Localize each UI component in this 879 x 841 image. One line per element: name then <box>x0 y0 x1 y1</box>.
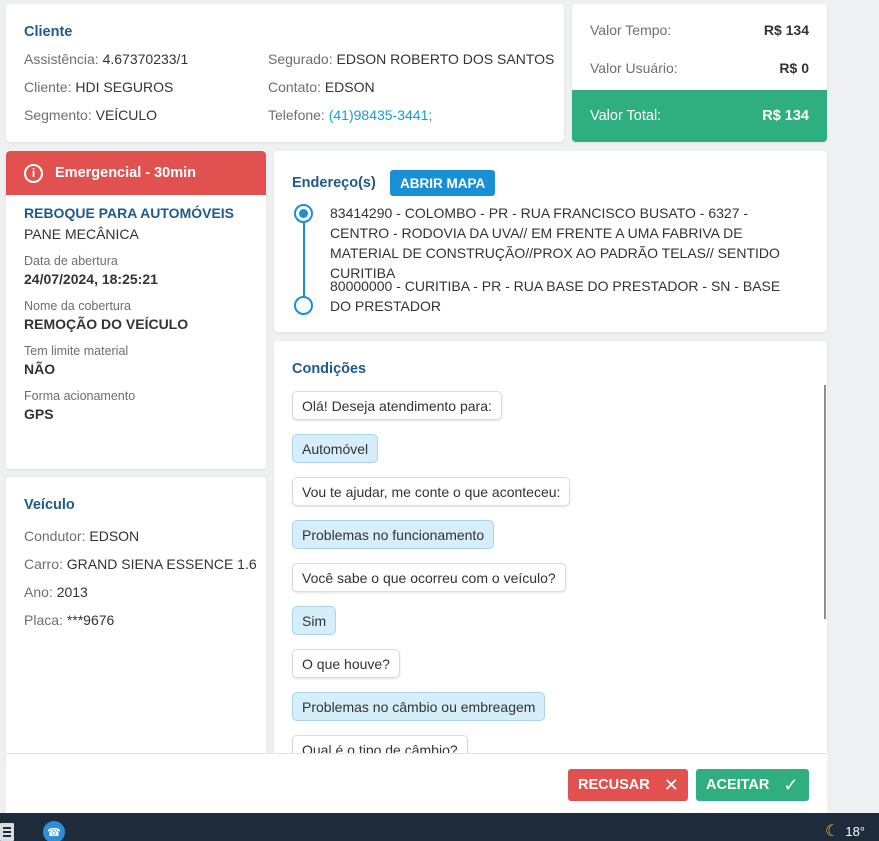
cliente-card: Cliente Assistência: 4.67370233/1 Client… <box>6 4 564 142</box>
condicoes-scrollbar[interactable] <box>824 385 826 619</box>
chat-question: Olá! Deseja atendimento para: <box>292 391 502 420</box>
weather-widget[interactable]: ☾ 18° <box>825 821 865 841</box>
segmento-row: Segmento: VEÍCULO <box>24 107 157 123</box>
assistencia-row: Assistência: 4.67370233/1 <box>24 51 188 67</box>
route-line <box>303 223 305 296</box>
segmento-label: Segmento: <box>24 107 92 123</box>
cobertura-label: Nome da cobertura <box>24 299 132 313</box>
placa-row: Placa: ***9676 <box>24 612 114 628</box>
chat-question: Você sabe o que ocorreu com o veículo? <box>292 563 566 592</box>
valor-usuario-label: Valor Usuário: <box>590 60 678 76</box>
ano-value: 2013 <box>56 584 88 600</box>
telefone-label: Telefone: <box>268 107 325 123</box>
servico-tipo: REBOQUE PARA AUTOMÓVEIS <box>24 205 235 221</box>
forma-label: Forma acionamento <box>24 389 136 403</box>
aceitar-button[interactable]: ACEITAR ✓ <box>696 769 809 801</box>
cliente-value: HDI SEGUROS <box>75 79 174 95</box>
emergency-badge: i Emergencial - 30min <box>6 151 266 195</box>
placa-value: ***9676 <box>66 612 115 628</box>
valor-tempo-row: Valor Tempo: R$ 134 <box>590 22 809 38</box>
abertura-label: Data de abertura <box>24 254 118 268</box>
chat-question: Vou te ajudar, me conte o que aconteceu: <box>292 477 571 506</box>
servico-details: REBOQUE PARA AUTOMÓVEIS PANE MECÂNICA Da… <box>6 195 266 422</box>
valor-usuario-value: R$ 0 <box>779 60 809 76</box>
segurado-row: Segurado: EDSON ROBERTO DOS SANTOS <box>268 51 554 67</box>
calculator-icon[interactable] <box>0 823 14 841</box>
servico-subtipo: PANE MECÂNICA <box>24 226 139 242</box>
recusar-label: RECUSAR <box>578 777 650 793</box>
moon-icon: ☾ <box>825 823 840 840</box>
emergency-badge-label: Emergencial - 30min <box>55 165 197 181</box>
weather-temperature: 18° <box>845 823 866 839</box>
abrir-mapa-button[interactable]: ABRIR MAPA <box>390 170 496 196</box>
servico-card: i Emergencial - 30min REBOQUE PARA AUTOM… <box>6 151 266 469</box>
condutor-label: Condutor: <box>24 528 86 544</box>
aceitar-label: ACEITAR <box>706 777 770 793</box>
recusar-button[interactable]: RECUSAR ✕ <box>568 769 688 801</box>
endereco-card: Endereço(s) ABRIR MAPA 83414290 - COLOMB… <box>274 151 827 332</box>
placa-label: Placa: <box>24 612 63 628</box>
contato-label: Contato: <box>268 79 321 95</box>
limite-label: Tem limite material <box>24 344 129 358</box>
cliente-label: Cliente: <box>24 79 72 95</box>
cobertura-value: REMOÇÃO DO VEÍCULO <box>24 316 189 332</box>
condicoes-title: Condições <box>292 361 367 377</box>
empty-circle-icon <box>294 296 313 315</box>
endereco-destino: 80000000 - CURITIBA - PR - RUA BASE DO P… <box>330 278 781 314</box>
endereco-origem: 83414290 - COLOMBO - PR - RUA FRANCISCO … <box>330 205 780 281</box>
condutor-value: EDSON <box>89 528 140 544</box>
endereco-title: Endereço(s) <box>292 175 376 191</box>
cliente-title: Cliente <box>24 24 73 40</box>
assistencia-label: Assistência: <box>24 51 99 67</box>
condutor-row: Condutor: EDSON <box>24 528 139 544</box>
telefone-row: Telefone: (41)98435-3441; <box>268 107 432 123</box>
segurado-value: EDSON ROBERTO DOS SANTOS <box>336 51 555 67</box>
carro-label: Carro: <box>24 556 63 572</box>
chat-answer: Automóvel <box>292 434 379 463</box>
condicoes-card: Condições Olá! Deseja atendimento para: … <box>274 341 827 753</box>
valor-total-row: Valor Total: R$ 134 <box>572 90 827 142</box>
taskbar: ☎ ☾ 18° <box>0 813 879 841</box>
valores-card: Valor Tempo: R$ 134 Valor Usuário: R$ 0 … <box>572 4 827 142</box>
carro-value: GRAND SIENA ESSENCE 1.6 <box>66 556 257 572</box>
info-circle-icon: i <box>24 163 43 183</box>
chat-answer: Sim <box>292 606 337 635</box>
valor-tempo-label: Valor Tempo: <box>590 22 672 38</box>
close-icon: ✕ <box>663 774 679 795</box>
chat-question: Qual é o tipo de câmbio? <box>292 735 468 753</box>
contato-value: EDSON <box>324 79 375 95</box>
veiculo-title: Veículo <box>24 497 75 513</box>
valor-tempo-value: R$ 134 <box>763 22 809 38</box>
assistencia-value: 4.67370233/1 <box>102 51 189 67</box>
cliente-row: Cliente: HDI SEGUROS <box>24 79 173 95</box>
action-footer: RECUSAR ✕ ACEITAR ✓ <box>6 753 827 813</box>
chat-question: O que houve? <box>292 649 400 678</box>
abertura-value: 24/07/2024, 18:25:21 <box>24 271 158 287</box>
valor-usuario-row: Valor Usuário: R$ 0 <box>590 60 809 76</box>
carro-row: Carro: GRAND SIENA ESSENCE 1.6 <box>24 556 257 572</box>
check-icon: ✓ <box>783 774 799 795</box>
ano-row: Ano: 2013 <box>24 584 88 600</box>
forma-value: GPS <box>24 406 54 422</box>
filled-circle-icon <box>294 204 313 223</box>
valor-total-value: R$ 134 <box>762 108 809 124</box>
chat-answer: Problemas no câmbio ou embreagem <box>292 692 546 721</box>
valor-total-label: Valor Total: <box>590 108 662 124</box>
chat-answer: Problemas no funcionamento <box>292 520 495 549</box>
segmento-value: VEÍCULO <box>95 107 158 123</box>
limite-value: NÃO <box>24 361 56 377</box>
telefone-link[interactable]: (41)98435-3441; <box>329 107 433 123</box>
segurado-label: Segurado: <box>268 51 333 67</box>
veiculo-card: Veículo Condutor: EDSON Carro: GRAND SIE… <box>6 477 266 767</box>
contato-row: Contato: EDSON <box>268 79 375 95</box>
ano-label: Ano: <box>24 584 53 600</box>
phone-app-icon[interactable]: ☎ <box>43 821 65 841</box>
